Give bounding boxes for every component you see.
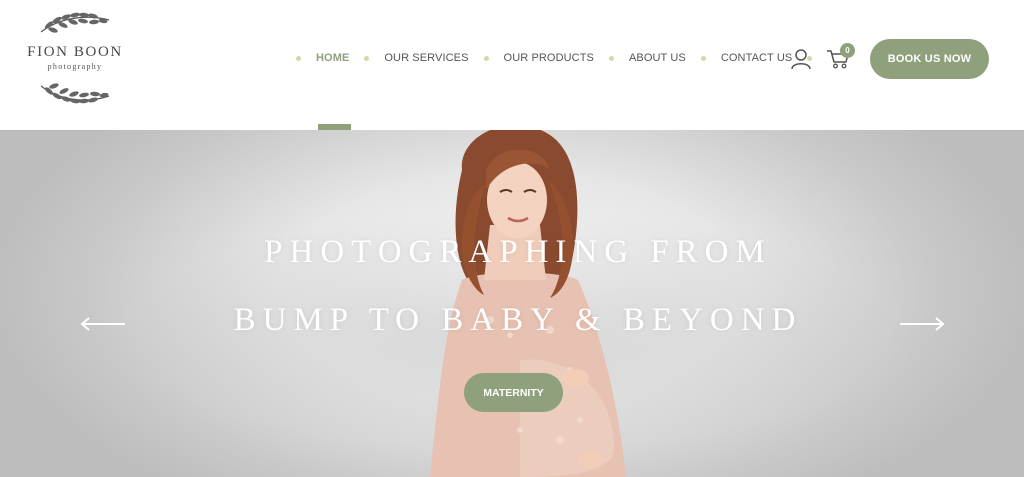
brand-logo[interactable]: FION BOON photography (22, 10, 128, 108)
brand-name: FION BOON (27, 44, 123, 60)
hero-headline-line-1: PHOTOGRAPHING FROM (264, 234, 772, 270)
hero-headline-line-2: BUMP TO BABY & BEYOND (233, 302, 803, 338)
nav-item-home[interactable]: HOME (316, 52, 349, 64)
arrow-left-icon[interactable] (80, 316, 126, 332)
user-icon[interactable] (790, 48, 812, 70)
nav-separator-dot (483, 55, 489, 61)
nav-separator-dot (296, 55, 301, 61)
cart-count-badge: 0 (840, 43, 855, 58)
maternity-button[interactable]: MATERNITY (464, 373, 563, 412)
main-nav: HOME OUR SERVICES OUR PRODUCTS ABOUT US … (296, 49, 827, 67)
arrow-right-icon[interactable] (899, 316, 945, 332)
hero-slider: PHOTOGRAPHING FROM BUMP TO BABY & BEYOND… (0, 130, 1024, 477)
book-us-now-button[interactable]: BOOK US NOW (870, 39, 989, 79)
nav-separator-dot (364, 55, 370, 61)
site-header: FION BOON photography HOME OUR SERVICES … (0, 0, 1024, 130)
nav-item-our-products[interactable]: OUR PRODUCTS (504, 52, 594, 64)
nav-separator-dot (608, 55, 614, 61)
laurel-bottom-icon (40, 83, 110, 104)
nav-item-contact-us[interactable]: CONTACT US (721, 52, 793, 64)
laurel-top-icon (40, 12, 110, 33)
brand-tagline: photography (47, 62, 103, 71)
nav-item-our-services[interactable]: OUR SERVICES (384, 52, 468, 64)
nav-separator-dot (700, 55, 706, 61)
nav-item-about-us[interactable]: ABOUT US (629, 52, 686, 64)
